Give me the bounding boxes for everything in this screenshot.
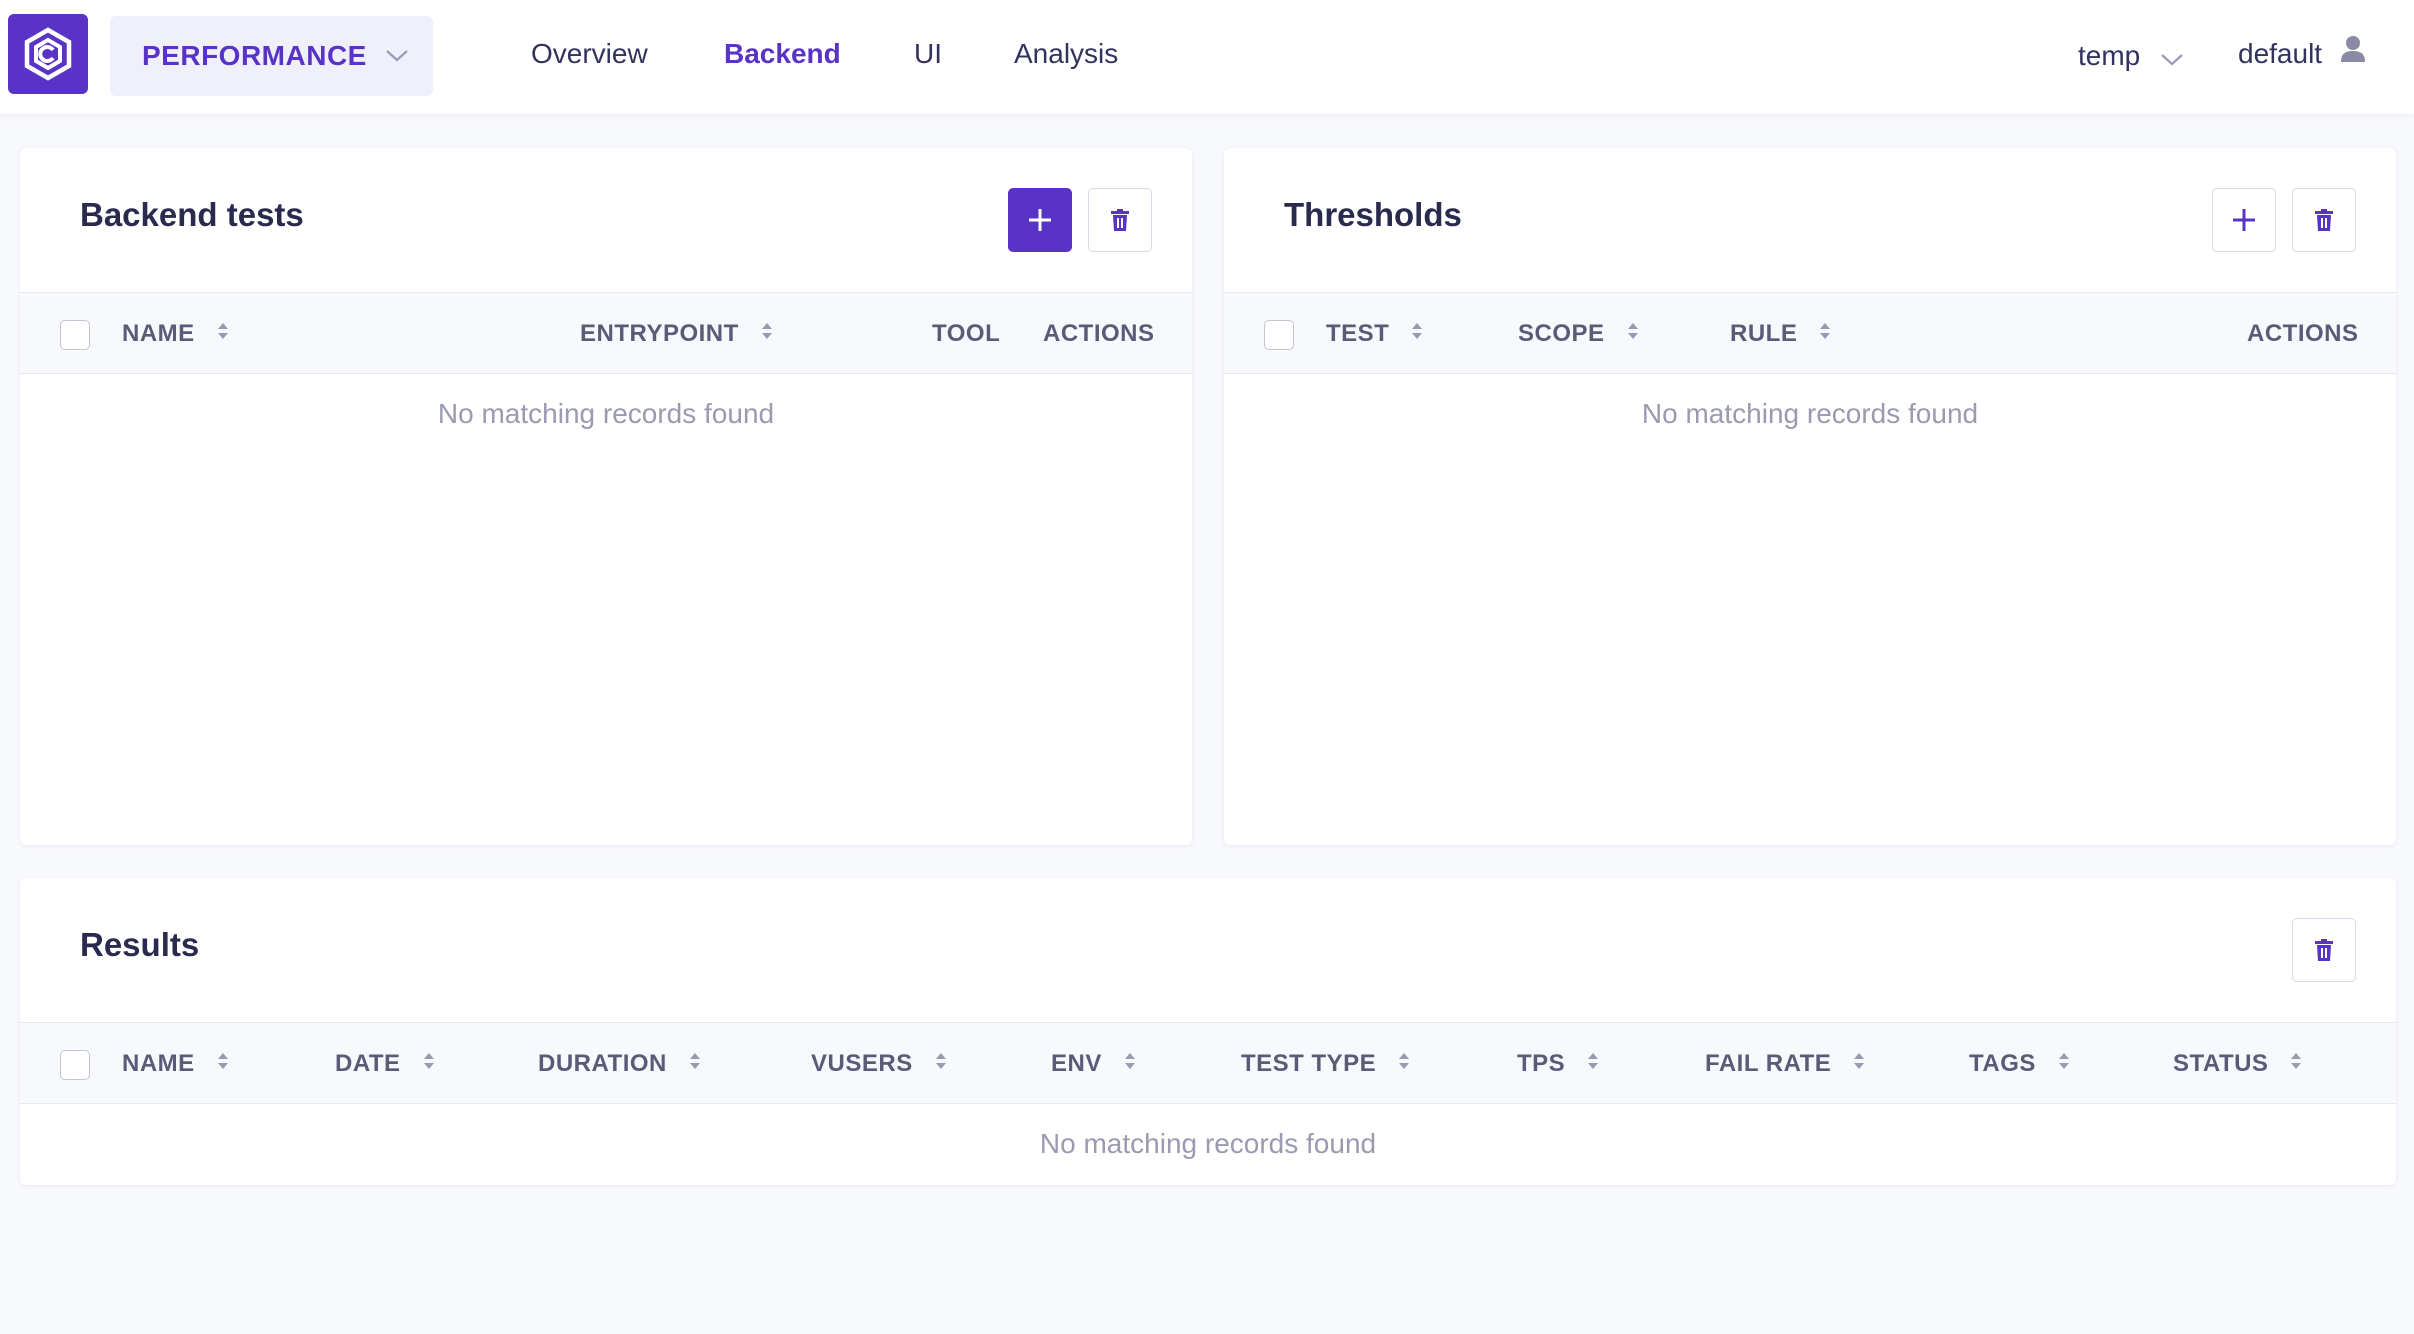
column-header-date[interactable]: DATE — [335, 1050, 435, 1078]
column-label: STATUS — [2173, 1050, 2269, 1077]
column-header-tool: TOOL — [932, 320, 1000, 348]
plus-icon — [2233, 209, 2255, 231]
sort-icon[interactable] — [1411, 320, 1423, 348]
sort-icon[interactable] — [217, 320, 229, 348]
results-table-header: NAME DATE DURATION VUSERS ENV TEST TYPE … — [20, 1022, 2396, 1104]
backend-tests-card: Backend tests NAME ENTRYPOINT TOOL ACTIO… — [20, 148, 1192, 845]
nav-ui[interactable]: UI — [914, 38, 942, 70]
chevron-down-icon — [385, 49, 409, 68]
sort-icon[interactable] — [935, 1050, 947, 1078]
plus-icon — [1029, 209, 1051, 231]
column-label: ENTRYPOINT — [580, 320, 739, 347]
select-all-checkbox[interactable] — [60, 320, 90, 350]
trash-icon — [1111, 209, 1129, 231]
column-header-entrypoint[interactable]: ENTRYPOINT — [580, 320, 773, 348]
column-header-rule[interactable]: RULE — [1730, 320, 1831, 348]
backend-tests-empty-message: No matching records found — [437, 398, 775, 429]
column-header-actions: ACTIONS — [1043, 320, 1155, 348]
sort-icon[interactable] — [1398, 1050, 1410, 1078]
sort-icon[interactable] — [1124, 1050, 1136, 1078]
column-header-duration[interactable]: DURATION — [538, 1050, 701, 1078]
column-header-tps[interactable]: TPS — [1517, 1050, 1599, 1078]
select-all-checkbox[interactable] — [60, 1050, 90, 1080]
backend-tests-table-header: NAME ENTRYPOINT TOOL ACTIONS — [20, 292, 1192, 374]
column-label: SCOPE — [1518, 320, 1605, 347]
top-navigation-bar: PERFORMANCE Overview Backend UI Analysis… — [0, 0, 2414, 114]
column-header-tags[interactable]: TAGS — [1969, 1050, 2070, 1078]
column-label: VUSERS — [811, 1050, 913, 1077]
results-title: Results — [80, 926, 200, 963]
column-label: TOOL — [932, 320, 1001, 347]
results-card: Results NAME DATE DURATION VUSERS ENV TE… — [20, 878, 2396, 1185]
results-empty-message: No matching records found — [1039, 1128, 1377, 1159]
column-label: TEST — [1326, 320, 1390, 347]
backend-tests-title: Backend tests — [80, 196, 304, 233]
column-header-fail-rate[interactable]: FAIL RATE — [1705, 1050, 1865, 1078]
sort-icon[interactable] — [2290, 1050, 2302, 1078]
column-header-status[interactable]: STATUS — [2173, 1050, 2302, 1078]
thresholds-empty-message: No matching records found — [1641, 398, 1979, 429]
select-all-checkbox[interactable] — [1264, 320, 1294, 350]
thresholds-card: Thresholds TEST SCOPE RULE ACTIONS No ma… — [1224, 148, 2396, 845]
sort-icon[interactable] — [761, 320, 773, 348]
column-label: DATE — [335, 1050, 401, 1077]
add-backend-test-button[interactable] — [1008, 188, 1072, 252]
trash-icon — [2315, 209, 2333, 231]
nav-overview[interactable]: Overview — [531, 38, 648, 70]
column-label: TEST TYPE — [1241, 1050, 1377, 1077]
column-label: TAGS — [1969, 1050, 2036, 1077]
sort-icon[interactable] — [217, 1050, 229, 1078]
column-header-scope[interactable]: SCOPE — [1518, 320, 1639, 348]
column-label: DURATION — [538, 1050, 667, 1077]
column-label: NAME — [122, 320, 195, 347]
column-label: RULE — [1730, 320, 1798, 347]
column-label: FAIL RATE — [1705, 1050, 1832, 1077]
user-menu[interactable]: default — [2238, 35, 2366, 70]
delete-results-button[interactable] — [2292, 918, 2356, 982]
thresholds-table-header: TEST SCOPE RULE ACTIONS — [1224, 292, 2396, 374]
column-header-name[interactable]: NAME — [122, 1050, 229, 1078]
chevron-down-icon — [2160, 42, 2184, 74]
sort-icon[interactable] — [2058, 1050, 2070, 1078]
add-threshold-button[interactable] — [2212, 188, 2276, 252]
trash-icon — [2315, 939, 2333, 961]
column-label: NAME — [122, 1050, 195, 1077]
sort-icon[interactable] — [1587, 1050, 1599, 1078]
column-label: ENV — [1051, 1050, 1102, 1077]
sort-icon[interactable] — [1627, 320, 1639, 348]
hexagon-logo-icon — [24, 27, 72, 81]
column-header-test-type[interactable]: TEST TYPE — [1241, 1050, 1410, 1078]
sort-icon[interactable] — [1853, 1050, 1865, 1078]
environment-selector[interactable]: temp — [2078, 38, 2184, 74]
column-header-vusers[interactable]: VUSERS — [811, 1050, 947, 1078]
column-label: ACTIONS — [1043, 320, 1155, 347]
delete-thresholds-button[interactable] — [2292, 188, 2356, 252]
app-logo[interactable] — [8, 14, 88, 94]
nav-analysis[interactable]: Analysis — [1014, 38, 1118, 70]
sort-icon[interactable] — [423, 1050, 435, 1078]
thresholds-title: Thresholds — [1284, 196, 1462, 233]
column-header-test[interactable]: TEST — [1326, 320, 1423, 348]
column-label: ACTIONS — [2247, 320, 2359, 347]
column-header-env[interactable]: ENV — [1051, 1050, 1136, 1078]
column-header-actions: ACTIONS — [2247, 320, 2359, 348]
sort-icon[interactable] — [1819, 320, 1831, 348]
environment-name: temp — [2078, 40, 2141, 71]
column-header-name[interactable]: NAME — [122, 320, 229, 348]
sort-icon[interactable] — [689, 1050, 701, 1078]
user-icon — [2340, 35, 2366, 70]
nav-backend[interactable]: Backend — [724, 38, 841, 70]
column-label: TPS — [1517, 1050, 1566, 1077]
user-name: default — [2238, 38, 2323, 69]
project-selector[interactable]: PERFORMANCE — [110, 16, 433, 96]
project-name: PERFORMANCE — [142, 40, 367, 71]
delete-backend-tests-button[interactable] — [1088, 188, 1152, 252]
